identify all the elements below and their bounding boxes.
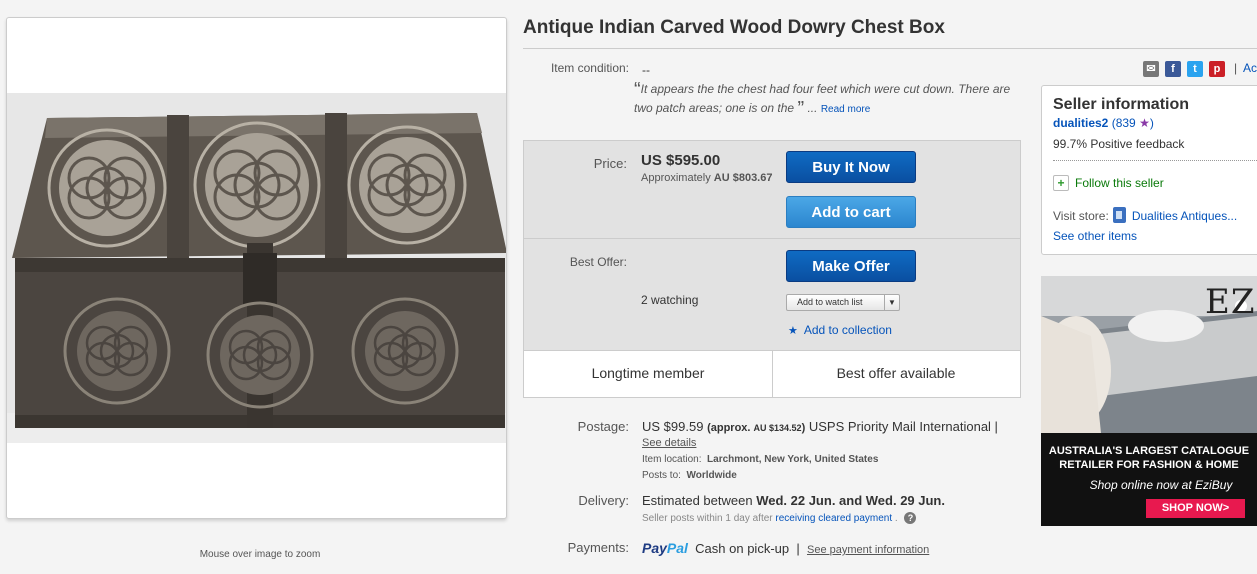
- help-icon[interactable]: ?: [904, 512, 917, 524]
- approx-value: AU $803.67: [713, 172, 773, 184]
- see-other-items-link[interactable]: See other items: [1053, 229, 1137, 243]
- posts-to: Posts to: Worldwide: [642, 470, 737, 481]
- add-to-collection-label: Add to collection: [803, 323, 892, 337]
- add-to-watch-list-button[interactable]: Add to watch list ▼: [786, 294, 900, 311]
- facebook-share-icon[interactable]: f: [1165, 61, 1181, 77]
- best-offer-badge: Best offer available: [836, 365, 956, 381]
- close-quote-icon: ”: [797, 98, 805, 120]
- payment-methods: PayPal Cash on pick-up | See payment inf…: [642, 540, 930, 556]
- cash-on-pickup: Cash on pick-up: [695, 541, 790, 556]
- postage-service: USPS Priority Mail International |: [808, 419, 998, 434]
- paypal-logo: PayPal: [642, 540, 688, 556]
- best-offer-label: Best Offer:: [569, 255, 627, 269]
- share-more-link[interactable]: Ac: [1243, 61, 1257, 75]
- seller-divider: [1053, 160, 1257, 161]
- item-image-panel[interactable]: [6, 17, 507, 519]
- follow-seller-link[interactable]: + Follow this seller: [1053, 175, 1164, 191]
- follow-seller-label: Follow this seller: [1075, 176, 1164, 190]
- ad-brand: EZI: [1205, 282, 1257, 322]
- receiving-cleared-payment-link[interactable]: receiving cleared payment: [775, 513, 892, 524]
- price-approx: Approximately AU $803.67: [641, 172, 772, 184]
- chevron-down-icon[interactable]: ▼: [884, 295, 899, 310]
- item-location-value: Larchmont, New York, United States: [707, 454, 879, 465]
- ad-headline: AUSTRALIA'S LARGEST CATALOGUE RETAILER F…: [1048, 445, 1250, 471]
- read-more-link[interactable]: Read more: [821, 104, 870, 115]
- pinterest-share-icon[interactable]: p: [1209, 61, 1225, 77]
- delivery-estimate: Estimated between Wed. 22 Jun. and Wed. …: [642, 493, 945, 508]
- plus-icon: +: [1053, 175, 1069, 191]
- open-quote-icon: “: [634, 79, 641, 101]
- item-photo[interactable]: [7, 93, 507, 443]
- share-separator: |: [1234, 61, 1238, 75]
- longtime-member-badge: Longtime member: [591, 365, 705, 381]
- postage-approx: (approx. AU $134.52): [707, 422, 806, 434]
- approx-label: Approximately: [641, 172, 711, 184]
- positive-feedback: 99.7% Positive feedback: [1053, 137, 1185, 151]
- zoom-hint: Mouse over image to zoom: [199, 549, 321, 560]
- price-value: US $595.00: [641, 152, 721, 169]
- visit-store: Visit store: Dualities Antiques...: [1053, 207, 1238, 223]
- see-details-link[interactable]: See details: [642, 437, 696, 449]
- posts-to-value: Worldwide: [686, 470, 737, 481]
- feedback-star-icon: ★: [1139, 116, 1150, 130]
- condition-ellipsis: ...: [807, 101, 818, 115]
- title-divider: [523, 48, 1257, 49]
- item-location: Item location: Larchmont, New York, Unit…: [642, 454, 879, 465]
- handling-time: Seller posts within 1 day after receivin…: [642, 512, 917, 524]
- seller-name-line: dualities2 (839 ★): [1053, 116, 1154, 130]
- delivery-dates: Wed. 22 Jun. and Wed. 29 Jun.: [756, 493, 945, 508]
- make-offer-button[interactable]: Make Offer: [786, 250, 916, 282]
- postage-label: Postage:: [577, 419, 629, 434]
- ad-shop-now-button[interactable]: SHOP NOW>: [1146, 499, 1245, 518]
- ad-subline: Shop online now at EziBuy: [1089, 478, 1233, 492]
- item-title: Antique Indian Carved Wood Dowry Chest B…: [523, 17, 945, 38]
- add-to-collection-link[interactable]: ★ Add to collection: [788, 323, 892, 337]
- price-label: Price:: [593, 156, 627, 171]
- email-share-icon[interactable]: ✉: [1143, 61, 1159, 77]
- watching-count: 2 watching: [641, 293, 699, 307]
- payment-information-link[interactable]: See payment information: [807, 544, 929, 556]
- store-icon: [1112, 207, 1126, 223]
- advertisement[interactable]: EZI AUSTRALIA'S LARGEST CATALOGUE RETAIL…: [1041, 276, 1257, 526]
- payments-label: Payments:: [567, 540, 629, 555]
- store-link[interactable]: Dualities Antiques...: [1132, 209, 1237, 223]
- postage-value: US $99.59 (approx. AU $134.52) USPS Prio…: [642, 419, 998, 434]
- condition-description: “It appears the the chest had four feet …: [634, 80, 1026, 119]
- add-to-cart-button[interactable]: Add to cart: [786, 196, 916, 228]
- condition-value: --: [642, 63, 650, 77]
- watch-list-label: Add to watch list: [797, 297, 863, 307]
- feedback-score-link[interactable]: (839 ★): [1112, 116, 1154, 130]
- buy-it-now-button[interactable]: Buy It Now: [786, 151, 916, 183]
- seller-name-link[interactable]: dualities2: [1053, 116, 1108, 130]
- twitter-share-icon[interactable]: t: [1187, 61, 1203, 77]
- postage-price: US $99.59: [642, 419, 704, 434]
- star-icon: ★: [788, 325, 798, 337]
- condition-label: Item condition:: [550, 61, 629, 75]
- buy-box-divider: [524, 238, 1020, 239]
- seller-info-title: Seller information: [1053, 96, 1190, 113]
- delivery-label: Delivery:: [578, 493, 629, 508]
